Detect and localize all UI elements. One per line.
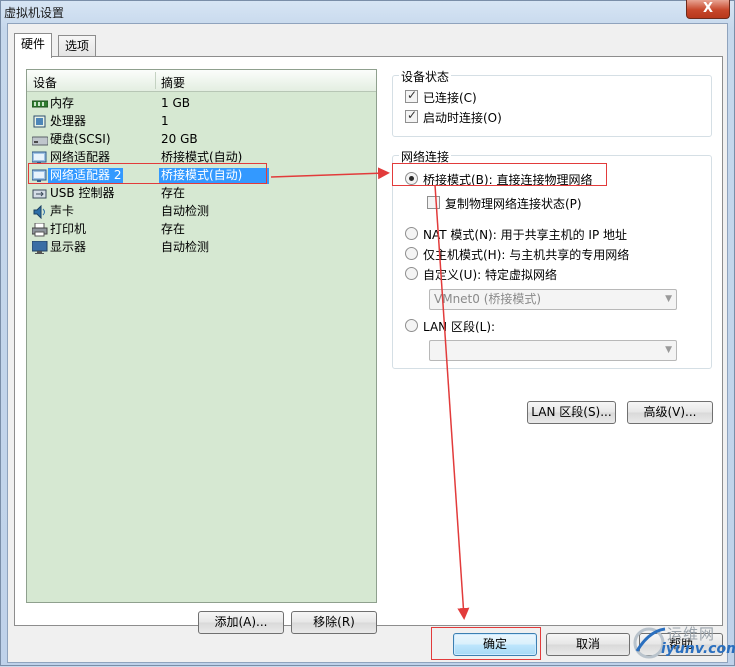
network-connection-group: 网络连接 桥接模式(B): 直接连接物理网络 复制物理网络连接状态(P) NAT… [392, 148, 712, 369]
device-summary: 20 GB [161, 132, 198, 146]
device-row-memory[interactable]: 内存 1 GB [27, 95, 376, 113]
device-summary: 桥接模式(自动) [159, 168, 269, 184]
device-name: 硬盘(SCSI) [50, 132, 111, 146]
nat-mode-radio[interactable] [405, 227, 418, 240]
column-header-summary[interactable]: 摘要 [161, 74, 185, 91]
device-name: 声卡 [50, 204, 75, 218]
host-only-radio[interactable] [405, 247, 418, 260]
chevron-down-icon: ▼ [665, 294, 672, 304]
column-separator[interactable] [155, 72, 156, 89]
device-name: 网络适配器 [50, 150, 111, 164]
processor-icon [33, 115, 46, 128]
vm-settings-window: 虚拟机设置 X 硬件 选项 设备 摘要 内存 1 GB 处理器 1 硬盘(SCS… [0, 0, 735, 666]
device-summary: 1 [161, 114, 169, 128]
connect-at-power-on-checkbox[interactable] [405, 108, 418, 123]
lan-segment-select[interactable]: ▼ [429, 340, 677, 361]
custom-network-select[interactable]: VMnet0 (桥接模式) ▼ [429, 289, 677, 310]
close-button[interactable]: X [686, 0, 730, 19]
device-row-network-adapter-2[interactable]: 网络适配器 2 桥接模式(自动) [27, 167, 376, 185]
lan-segments-button[interactable]: LAN 区段(S)... [527, 401, 616, 424]
title-bar[interactable]: 虚拟机设置 X [1, 0, 734, 23]
device-summary: 存在 [161, 222, 186, 236]
advanced-button[interactable]: 高级(V)... [627, 401, 713, 424]
sound-card-icon [33, 205, 45, 219]
remove-device-button[interactable]: 移除(R) [291, 611, 377, 634]
display-icon [32, 241, 48, 254]
device-summary: 自动检测 [161, 240, 210, 254]
custom-network-label[interactable]: 自定义(U): 特定虚拟网络 [423, 266, 557, 283]
tab-hardware[interactable]: 硬件 [14, 33, 53, 58]
device-row-hard-disk[interactable]: 硬盘(SCSI) 20 GB [27, 131, 376, 149]
host-only-label[interactable]: 仅主机模式(H): 与主机共享的专用网络 [423, 246, 629, 263]
column-header-device[interactable]: 设备 [33, 74, 57, 91]
network-connection-title: 网络连接 [399, 148, 452, 165]
device-name: 内存 [50, 96, 75, 110]
custom-network-radio[interactable] [405, 267, 418, 280]
cancel-button[interactable]: 取消 [546, 633, 630, 656]
add-device-button[interactable]: 添加(A)... [198, 611, 284, 634]
device-row-processor[interactable]: 处理器 1 [27, 113, 376, 131]
device-list[interactable]: 设备 摘要 内存 1 GB 处理器 1 硬盘(SCSI) 20 GB 网络适配器… [26, 69, 377, 603]
ok-button[interactable]: 确定 [453, 633, 537, 656]
usb-icon [32, 189, 47, 199]
device-row-printer[interactable]: 打印机 存在 [27, 221, 376, 239]
connect-at-power-on-label[interactable]: 启动时连接(O) [423, 109, 502, 126]
lan-segment-radio[interactable] [405, 319, 418, 332]
network-adapter-icon [32, 169, 47, 182]
device-name: 显示器 [50, 240, 87, 254]
network-adapter-icon [32, 151, 47, 164]
device-row-sound-card[interactable]: 声卡 自动检测 [27, 203, 376, 221]
connected-checkbox[interactable] [405, 88, 418, 103]
bridged-mode-radio[interactable] [405, 172, 418, 185]
lan-segment-label[interactable]: LAN 区段(L): [423, 318, 495, 335]
device-name: 打印机 [50, 222, 87, 236]
device-status-group: 设备状态 已连接(C) 启动时连接(O) [392, 68, 712, 137]
dialog-client-area: 硬件 选项 设备 摘要 内存 1 GB 处理器 1 硬盘(SCSI) 20 GB… [7, 23, 728, 663]
chevron-down-icon: ▼ [665, 345, 672, 355]
custom-network-select-value: VMnet0 (桥接模式) [434, 292, 542, 306]
device-row-display[interactable]: 显示器 自动检测 [27, 239, 376, 257]
connected-label[interactable]: 已连接(C) [423, 89, 477, 106]
device-list-header: 设备 摘要 [27, 70, 376, 92]
tab-options[interactable]: 选项 [58, 35, 97, 57]
device-status-title: 设备状态 [399, 68, 452, 85]
bridged-mode-label[interactable]: 桥接模式(B): 直接连接物理网络 [423, 171, 592, 188]
device-summary: 1 GB [161, 96, 190, 110]
device-name: USB 控制器 [50, 186, 115, 200]
replicate-state-label[interactable]: 复制物理网络连接状态(P) [445, 195, 582, 212]
device-name: 处理器 [50, 114, 87, 128]
memory-icon [32, 100, 48, 108]
watermark-text-url: iyunv.com [661, 641, 735, 657]
nat-mode-label[interactable]: NAT 模式(N): 用于共享主机的 IP 地址 [423, 226, 627, 243]
device-row-usb-controller[interactable]: USB 控制器 存在 [27, 185, 376, 203]
replicate-state-checkbox[interactable] [427, 196, 440, 209]
hardware-tab-panel: 设备 摘要 内存 1 GB 处理器 1 硬盘(SCSI) 20 GB 网络适配器… [14, 56, 723, 634]
device-summary: 存在 [161, 186, 186, 200]
window-title: 虚拟机设置 [4, 6, 65, 20]
device-row-network-adapter[interactable]: 网络适配器 桥接模式(自动) [27, 149, 376, 167]
device-summary: 桥接模式(自动) [161, 150, 243, 164]
watermark: 运维网 iyunv.com [631, 621, 735, 663]
printer-icon [32, 223, 48, 237]
hard-disk-icon [32, 136, 48, 146]
device-summary: 自动检测 [161, 204, 210, 218]
device-name: 网络适配器 2 [48, 168, 124, 184]
